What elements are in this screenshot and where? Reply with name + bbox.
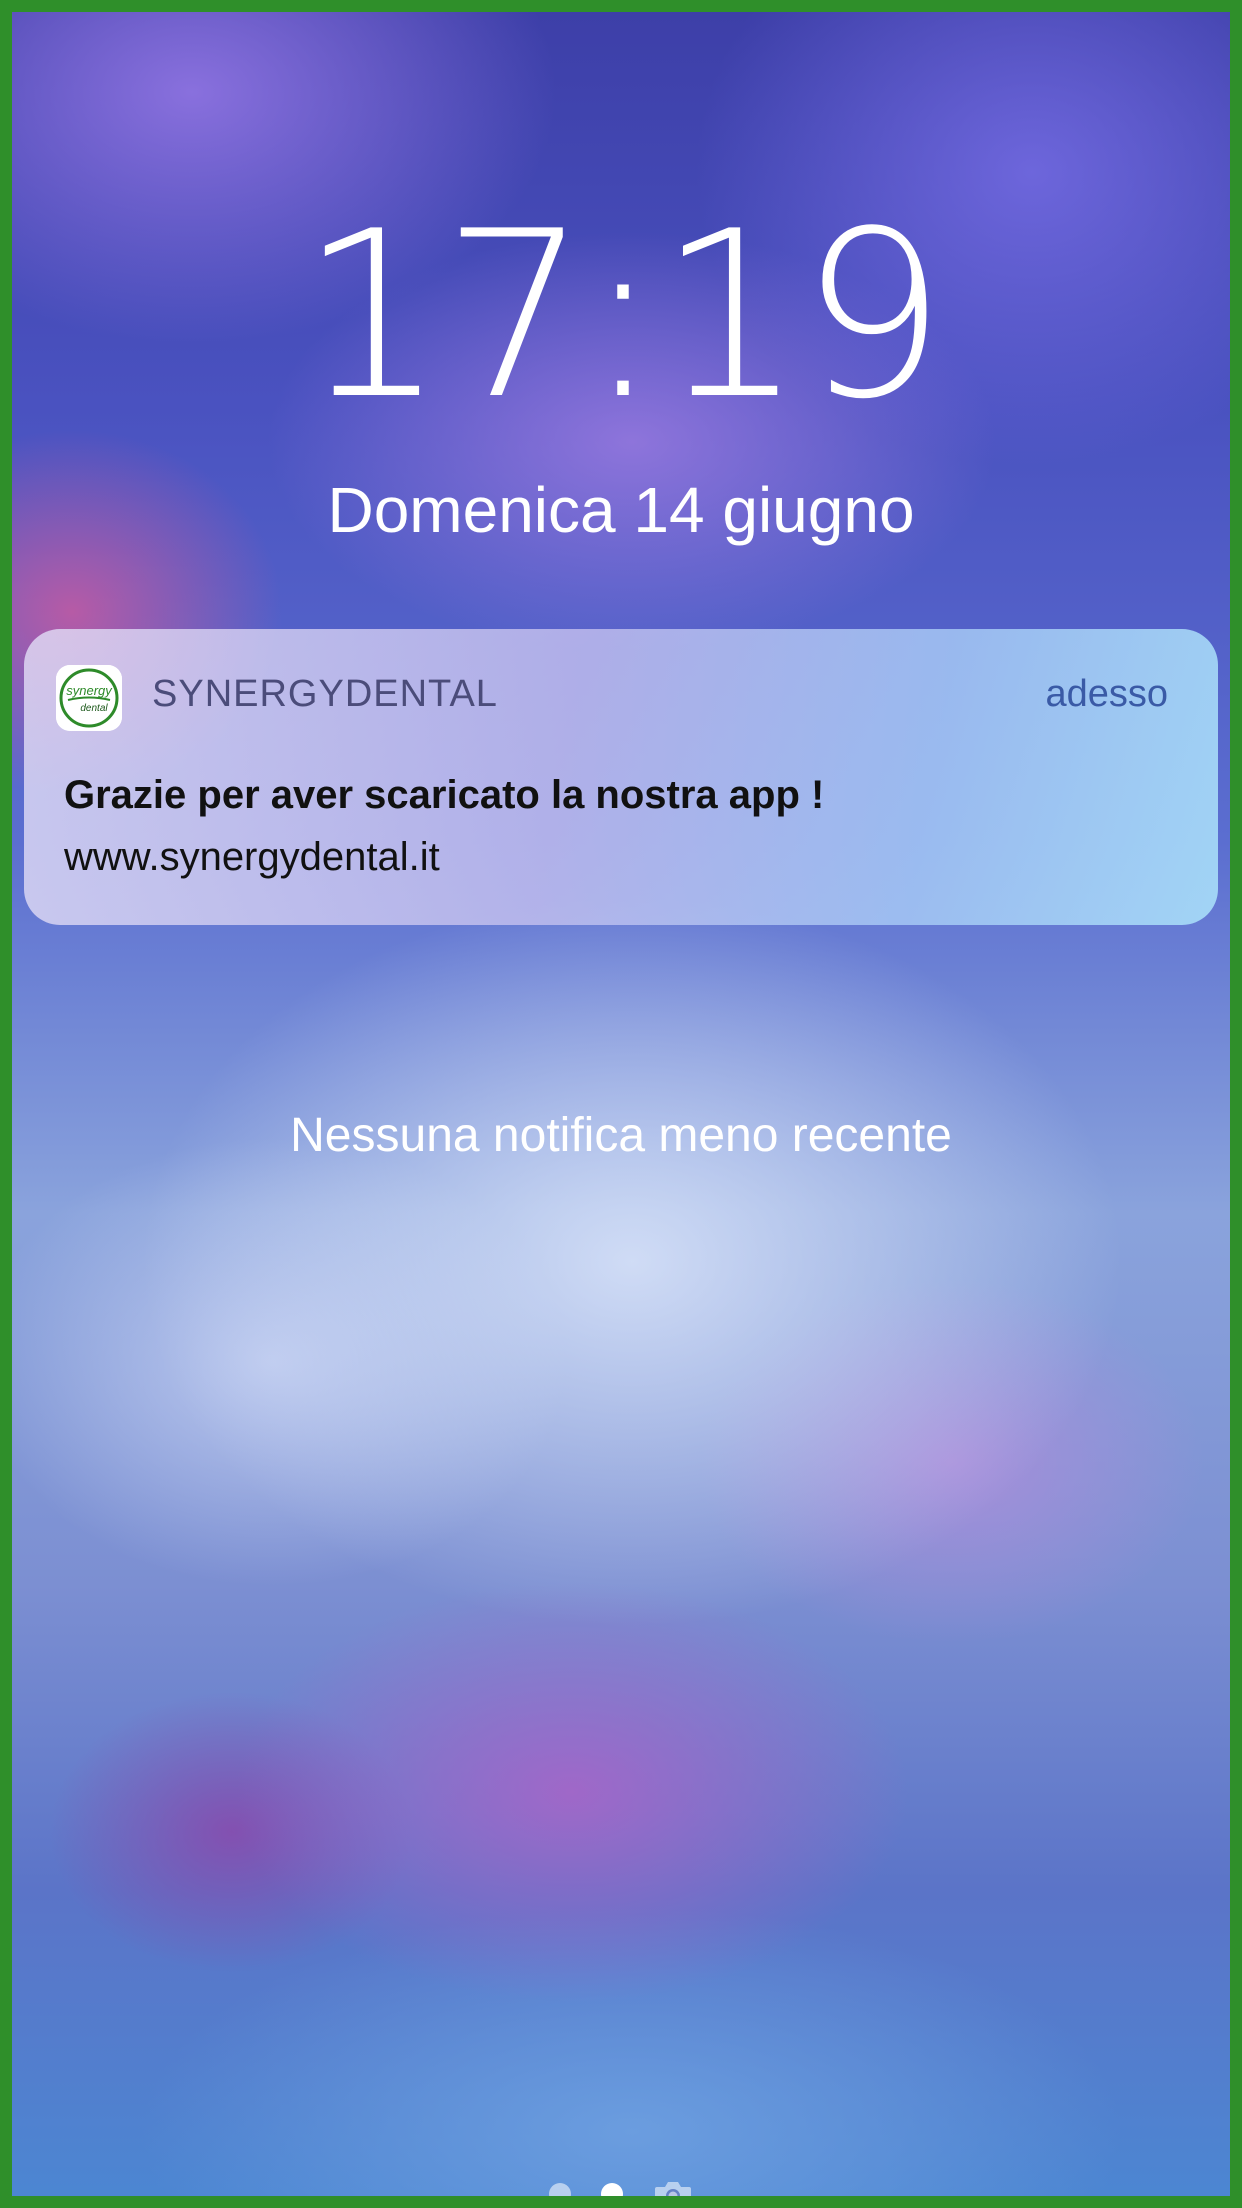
lock-clock: 17:19 [299, 183, 947, 450]
notification-time: adesso [1045, 673, 1168, 715]
lock-screen: 17:19 Domenica 14 giugno synergy dental … [0, 0, 1242, 2208]
notification-app-name: SYNERGYDENTAL [152, 673, 498, 715]
synergydental-logo-icon: synergy dental [56, 665, 122, 731]
notification-card[interactable]: synergy dental SYNERGYDENTAL adesso Graz… [24, 629, 1218, 925]
camera-icon[interactable] [653, 2179, 693, 2196]
notification-body: www.synergydental.it [64, 835, 440, 879]
logo-text-dental: dental [80, 703, 108, 714]
notification-title: Grazie per aver scaricato la nostra app … [64, 773, 825, 817]
logo-text-synergy: synergy [66, 683, 113, 698]
page-dot-2-active[interactable] [601, 2183, 623, 2196]
page-dot-1[interactable] [549, 2183, 571, 2196]
lock-date: Domenica 14 giugno [327, 474, 915, 546]
page-indicator [12, 2179, 1230, 2196]
no-older-notifications-label: Nessuna notifica meno recente [290, 1109, 952, 1162]
